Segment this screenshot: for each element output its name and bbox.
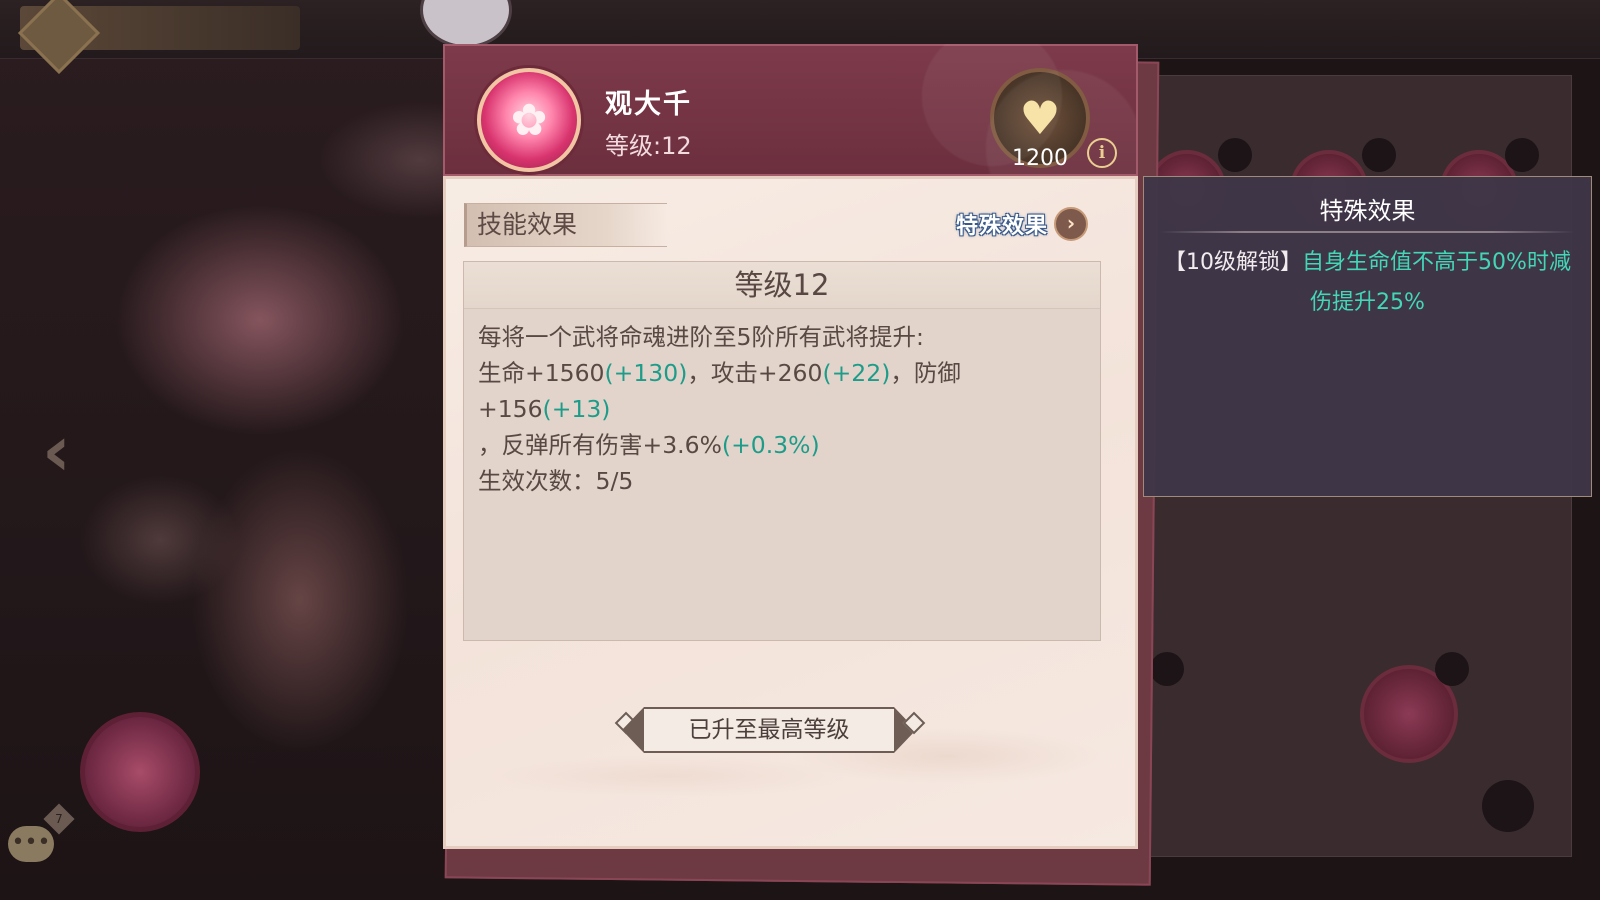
chat-badge-count: 7	[55, 812, 63, 826]
chevron-right-icon: ›	[1054, 207, 1089, 241]
tooltip-body: 【10级解锁】自身生命值不高于50%时减伤提升25%	[1144, 233, 1591, 323]
card-header: ✿ 观大千 等级:12 ♥ 1200 i	[443, 44, 1138, 176]
atk-stat: ，攻击+260	[687, 359, 823, 387]
lucky-cat-skill-icon: ✿	[477, 68, 581, 172]
hp-bonus: (+130)	[604, 359, 688, 387]
special-effect-tooltip: 特殊效果 【10级解锁】自身生命值不高于50%时减伤提升25%	[1143, 176, 1592, 497]
tooltip-description: 自身生命值不高于50%时减伤提升25%	[1302, 250, 1571, 315]
effect-stats-line: 生命+1560(+130)，攻击+260(+22)，防御+156(+13)	[478, 355, 1088, 427]
special-effect-button[interactable]: 特殊效果 ›	[956, 205, 1089, 243]
special-effect-label: 特殊效果	[956, 214, 1049, 239]
skill-name: 观大千	[605, 89, 692, 120]
node-dot	[1150, 652, 1184, 686]
power-value: 1200	[1012, 146, 1068, 171]
node-dot	[1505, 138, 1539, 172]
max-level-status: 已升至最高等级	[622, 707, 916, 753]
tab-skill-effect[interactable]: 技能效果	[464, 203, 667, 247]
node-dot	[1435, 652, 1469, 686]
def-bonus: (+13)	[542, 395, 611, 423]
reflect-stat: ，反弹所有伤害+3.6%	[478, 431, 722, 459]
info-icon[interactable]: i	[1087, 138, 1117, 168]
skill-level: 等级:12	[605, 132, 692, 160]
chat-icon[interactable]: •••	[8, 826, 54, 862]
effect-level-title: 等级12	[464, 262, 1100, 309]
reflect-bonus: (+0.3%)	[721, 431, 820, 459]
hands-heart-icon: ♥	[990, 68, 1090, 168]
effect-condition: 每将一个武将命魂进阶至5阶所有武将提升:	[478, 323, 924, 351]
effect-count: 生效次数：5/5	[478, 467, 634, 495]
skill-detail-card: ✿ 观大千 等级:12 ♥ 1200 i 技能效果 特殊效果 › 等级12 每将…	[443, 44, 1160, 886]
atk-bonus: (+22)	[822, 359, 891, 387]
node-dot	[1362, 138, 1396, 172]
selected-skill-node[interactable]	[80, 712, 200, 832]
node-dot	[1218, 138, 1252, 172]
back-arrow-icon[interactable]: ‹	[42, 410, 71, 492]
effect-text: 每将一个武将命魂进阶至5阶所有武将提升: 生命+1560(+130)，攻击+26…	[464, 309, 1100, 499]
tooltip-title: 特殊效果	[1319, 197, 1416, 225]
effect-reflect-line: ，反弹所有伤害+3.6%(+0.3%)	[478, 427, 1088, 463]
hp-stat: 生命+1560	[478, 359, 605, 387]
unlock-tag: 【10级解锁】	[1164, 250, 1303, 275]
chat-badge: 7	[43, 803, 75, 835]
close-node-button[interactable]	[1482, 780, 1534, 832]
card-body: 技能效果 特殊效果 › 等级12 每将一个武将命魂进阶至5阶所有武将提升: 生命…	[443, 176, 1138, 849]
effect-description-box: 等级12 每将一个武将命魂进阶至5阶所有武将提升: 生命+1560(+130)，…	[463, 261, 1101, 641]
